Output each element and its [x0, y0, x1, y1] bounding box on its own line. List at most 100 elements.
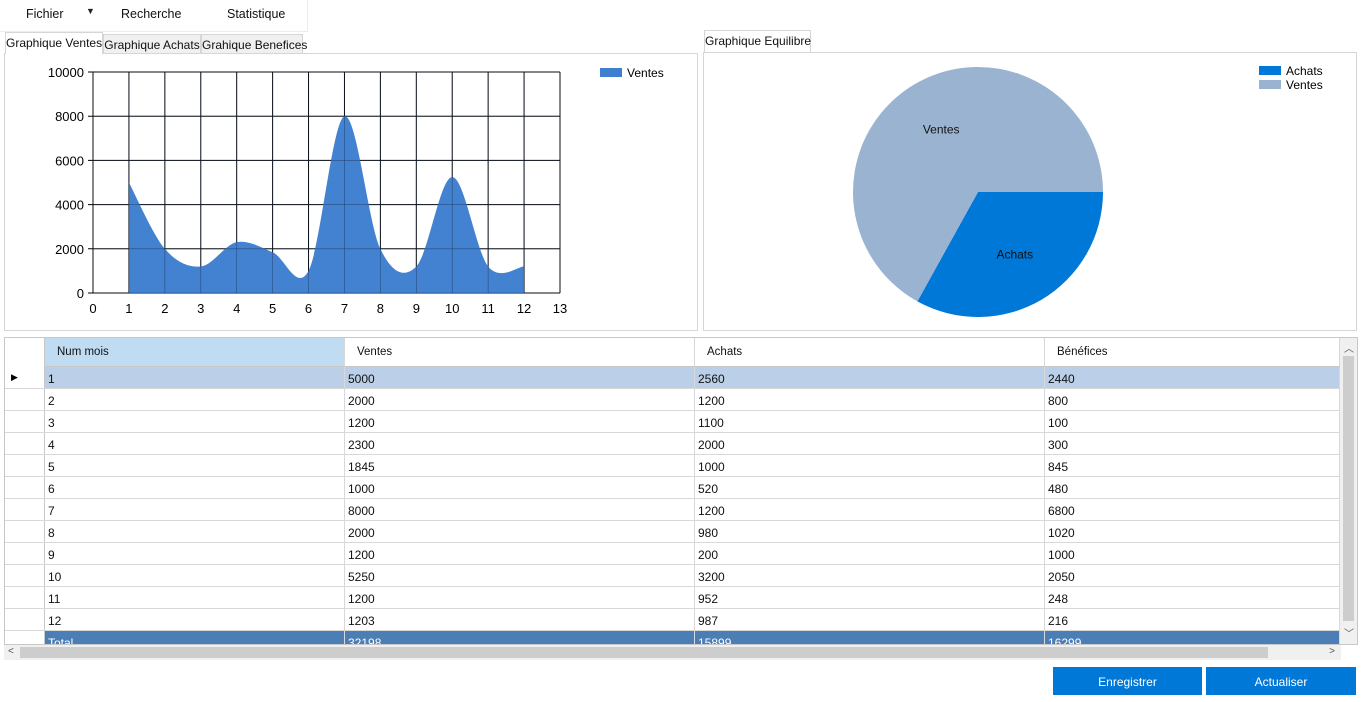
total-row-cell[interactable]: 32198: [345, 631, 695, 644]
legend-swatch-ventes: [1259, 80, 1281, 89]
row-header[interactable]: [5, 499, 45, 521]
table-cell[interactable]: 980: [695, 521, 1045, 543]
balance-chart-panel: Achats Ventes Achats Ventes: [703, 52, 1357, 331]
row-header[interactable]: [5, 477, 45, 499]
table-cell[interactable]: 845: [1045, 455, 1340, 477]
tab-grahique-benefices[interactable]: Grahique Benefices: [201, 34, 307, 54]
row-header[interactable]: ▶: [5, 367, 45, 389]
table-cell[interactable]: 3200: [695, 565, 1045, 587]
table-cell[interactable]: 987: [695, 609, 1045, 631]
table-cell[interactable]: 216: [1045, 609, 1340, 631]
table-cell[interactable]: 1000: [345, 477, 695, 499]
table-cell[interactable]: 1200: [695, 389, 1045, 411]
table-cell[interactable]: 1200: [345, 543, 695, 565]
table-cell[interactable]: 7: [45, 499, 345, 521]
row-header[interactable]: [5, 411, 45, 433]
horizontal-scrollbar[interactable]: < >: [4, 645, 1341, 660]
table-cell[interactable]: 1000: [695, 455, 1045, 477]
scroll-up-icon[interactable]: ︿: [1344, 340, 1354, 355]
column-header[interactable]: Num mois: [45, 338, 345, 367]
save-button[interactable]: Enregistrer: [1053, 667, 1202, 695]
table-cell[interactable]: 6800: [1045, 499, 1340, 521]
column-header[interactable]: Ventes: [345, 338, 695, 367]
table-cell[interactable]: 2050: [1045, 565, 1340, 587]
vertical-scroll-thumb[interactable]: [1343, 356, 1354, 621]
current-row-arrow-icon: ▶: [11, 372, 18, 382]
table-cell[interactable]: 200: [695, 543, 1045, 565]
total-row-cell[interactable]: 16299: [1045, 631, 1340, 644]
row-header[interactable]: [5, 565, 45, 587]
table-cell[interactable]: 520: [695, 477, 1045, 499]
scroll-right-icon[interactable]: >: [1329, 646, 1335, 657]
table-cell[interactable]: 2000: [695, 433, 1045, 455]
table-cell[interactable]: 1203: [345, 609, 695, 631]
table-cell[interactable]: 1020: [1045, 521, 1340, 543]
pie-label-ventes: Ventes: [923, 123, 960, 137]
table-cell[interactable]: 1000: [1045, 543, 1340, 565]
monthly-data-grid[interactable]: Num mois Ventes Achats Bénéfices ▶ 1 5000 2560 2…: [4, 337, 1358, 645]
table-cell[interactable]: 1200: [345, 587, 695, 609]
row-header[interactable]: [5, 389, 45, 411]
table-cell[interactable]: 5: [45, 455, 345, 477]
table-cell[interactable]: 8000: [345, 499, 695, 521]
table-cell[interactable]: 6: [45, 477, 345, 499]
refresh-button[interactable]: Actualiser: [1206, 667, 1356, 695]
x-tick-label: 0: [89, 301, 96, 316]
table-cell[interactable]: 11: [45, 587, 345, 609]
menu-fichier[interactable]: Fichier: [26, 7, 64, 21]
table-cell[interactable]: 9: [45, 543, 345, 565]
table-cell[interactable]: 100: [1045, 411, 1340, 433]
row-header[interactable]: [5, 455, 45, 477]
tab-graphique-achats[interactable]: Graphique Achats: [103, 34, 201, 54]
table-cell[interactable]: 1845: [345, 455, 695, 477]
table-cell[interactable]: 1200: [345, 411, 695, 433]
table-cell[interactable]: 1100: [695, 411, 1045, 433]
table-cell[interactable]: 4: [45, 433, 345, 455]
table-cell[interactable]: 2560: [695, 367, 1045, 389]
balance-pie-chart: AchatsVentesAchatsVentes: [853, 64, 1323, 317]
tab-graphique-equilibre[interactable]: Graphique Equilibre: [704, 30, 811, 52]
table-cell[interactable]: 2300: [345, 433, 695, 455]
x-tick-label: 4: [233, 301, 240, 316]
table-cell[interactable]: 1: [45, 367, 345, 389]
table-cell[interactable]: 2000: [345, 389, 695, 411]
table-cell[interactable]: 2440: [1045, 367, 1340, 389]
table-cell[interactable]: 3: [45, 411, 345, 433]
table-cell[interactable]: 300: [1045, 433, 1340, 455]
table-cell[interactable]: 8: [45, 521, 345, 543]
table-cell[interactable]: 2000: [345, 521, 695, 543]
menu-statistique[interactable]: Statistique: [227, 7, 285, 21]
horizontal-scroll-thumb[interactable]: [20, 647, 1268, 658]
scroll-left-icon[interactable]: <: [8, 646, 14, 657]
legend-swatch-ventes: [600, 68, 622, 77]
table-cell[interactable]: 248: [1045, 587, 1340, 609]
table-cell[interactable]: 1200: [695, 499, 1045, 521]
total-row-cell[interactable]: 15899: [695, 631, 1045, 644]
sales-area-chart: 0 1 2 3 4 5 6 7 8 9 10 11 12 130200040006000800010000…: [48, 65, 664, 316]
column-header[interactable]: Bénéfices: [1045, 338, 1340, 367]
table-cell[interactable]: 480: [1045, 477, 1340, 499]
table-cell[interactable]: 952: [695, 587, 1045, 609]
total-row-cell[interactable]: Total: [45, 631, 345, 644]
column-header[interactable]: Achats: [695, 338, 1045, 367]
vertical-scrollbar[interactable]: ︿ ﹀: [1340, 338, 1357, 644]
table-cell[interactable]: 10: [45, 565, 345, 587]
dropdown-arrow-icon[interactable]: ▼: [86, 6, 95, 16]
scroll-down-icon[interactable]: ﹀: [1344, 625, 1354, 640]
y-tick-label: 2000: [55, 242, 84, 257]
table-cell[interactable]: 800: [1045, 389, 1340, 411]
tab-graphique-ventes[interactable]: Graphique Ventes: [5, 32, 103, 54]
x-tick-label: 3: [197, 301, 204, 316]
left-tab-strip: Graphique Ventes Graphique Achats Grahiq…: [5, 32, 307, 54]
row-header[interactable]: [5, 521, 45, 543]
table-cell[interactable]: 12: [45, 609, 345, 631]
table-cell[interactable]: 2: [45, 389, 345, 411]
row-header[interactable]: [5, 609, 45, 631]
row-header[interactable]: [5, 587, 45, 609]
table-cell[interactable]: 5250: [345, 565, 695, 587]
table-cell[interactable]: 5000: [345, 367, 695, 389]
row-header[interactable]: [5, 543, 45, 565]
sales-chart-panel: 0 1 2 3 4 5 6 7 8 9 10 11 12 13 0 2000 4000 6000 8000 10000…: [4, 53, 698, 331]
row-header[interactable]: [5, 433, 45, 455]
menu-recherche[interactable]: Recherche: [121, 7, 181, 21]
